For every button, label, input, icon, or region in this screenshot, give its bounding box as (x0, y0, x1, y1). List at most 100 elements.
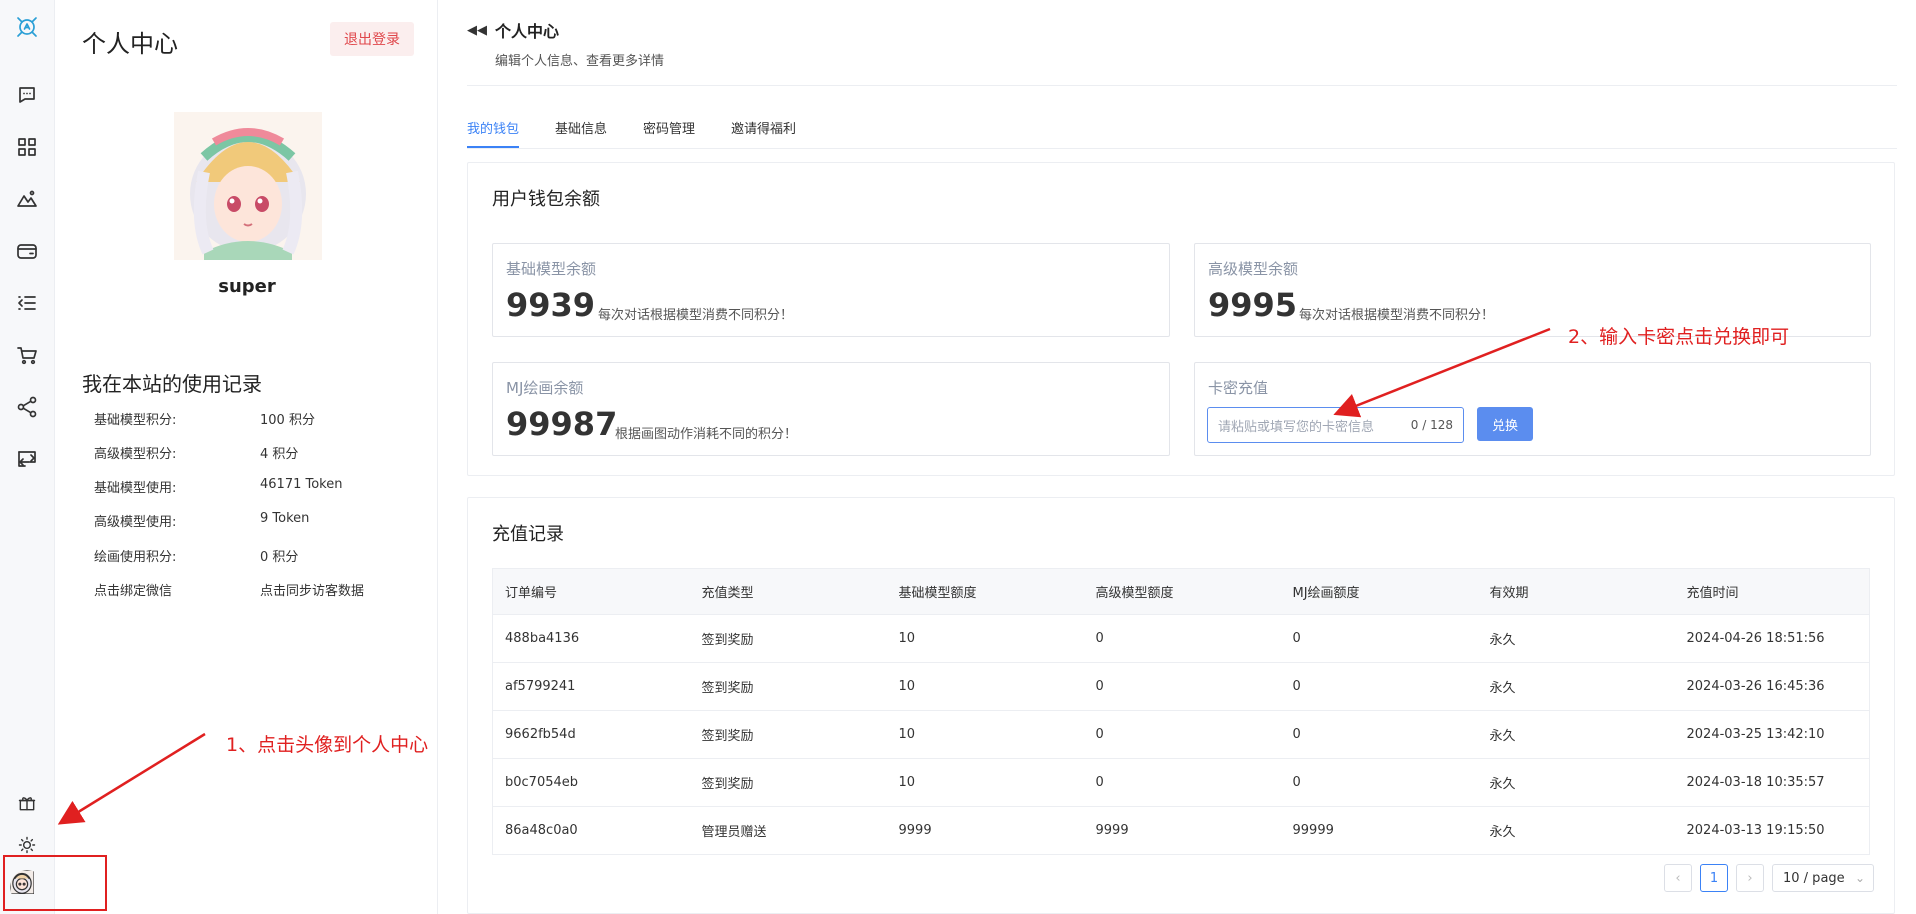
basic-balance-card: 基础模型余额 9939 每次对话根据模型消费不同积分！ (492, 243, 1170, 337)
table-cell: 10 (886, 662, 1084, 711)
table-cell: 9999 (886, 806, 1084, 855)
apps-icon[interactable] (12, 132, 42, 162)
column-header: 订单编号 (492, 568, 690, 615)
next-page-button[interactable]: › (1736, 864, 1764, 892)
usage-label: 绘画使用积分: (94, 550, 177, 565)
table-cell: 2024-03-26 16:45:36 (1674, 662, 1870, 711)
usage-value: 100 积分 (260, 413, 315, 428)
usage-row: 高级模型使用: 9 Token (94, 511, 414, 530)
pagination: ‹ 1 › 10 / page ⌄ (1664, 864, 1874, 892)
usage-row: 基础模型使用: 46171 Token (94, 477, 414, 496)
table-cell: 9999 (1083, 806, 1281, 855)
table-cell: 签到奖励 (689, 614, 887, 663)
back-icon[interactable]: ◀◀ (467, 23, 487, 38)
column-header: 高级模型额度 (1083, 568, 1281, 615)
tab-bar: 我的钱包 基础信息 密码管理 邀请得福利 (467, 118, 832, 148)
sidebar-rail (0, 0, 55, 914)
table-cell: 2024-03-13 19:15:50 (1674, 806, 1870, 855)
table-row: 488ba4136 签到奖励 10 0 0 永久 2024-04-26 18:5… (492, 614, 1870, 663)
usage-label: 高级模型使用: (94, 515, 177, 530)
column-header: 充值时间 (1674, 568, 1870, 615)
table-cell: 2024-04-26 18:51:56 (1674, 614, 1870, 663)
redeem-card: 卡密充值 请粘贴或填写您的卡密信息 0 / 128 兑换 (1194, 362, 1871, 456)
chat-icon[interactable] (12, 80, 42, 110)
annotation-highlight-box (3, 855, 107, 911)
table-cell: 86a48c0a0 (492, 806, 690, 855)
usage-title: 我在本站的使用记录 (82, 372, 262, 396)
redeem-label: 卡密充值 (1208, 379, 1269, 397)
username: super (218, 276, 276, 297)
column-header: 基础模型额度 (886, 568, 1084, 615)
table-cell: 签到奖励 (689, 662, 887, 711)
table-row: 9662fb54d 签到奖励 10 0 0 永久 2024-03-25 13:4… (492, 710, 1870, 759)
mj-balance-value: 99987 (506, 405, 618, 443)
wallet-icon[interactable] (12, 236, 42, 266)
cart-icon[interactable] (12, 340, 42, 370)
page-1-button[interactable]: 1 (1700, 864, 1728, 892)
column-header: MJ绘画额度 (1280, 568, 1478, 615)
basic-balance-label: 基础模型余额 (506, 260, 597, 278)
tab-basic-info[interactable]: 基础信息 (555, 118, 607, 148)
mj-balance-desc: 根据画图动作消耗不同的积分！ (615, 427, 798, 442)
table-row: af5799241 签到奖励 10 0 0 永久 2024-03-26 16:4… (492, 662, 1870, 711)
table-cell: 永久 (1477, 710, 1675, 759)
bind-wechat-link[interactable]: 点击绑定微信 (94, 580, 260, 599)
basic-balance-value: 9939 (506, 286, 596, 324)
table-cell: 永久 (1477, 614, 1675, 663)
usage-row: 绘画使用积分: 0 积分 (94, 546, 414, 565)
usage-row: 高级模型积分: 4 积分 (94, 443, 414, 462)
prev-page-button[interactable]: ‹ (1664, 864, 1692, 892)
table-cell: 0 (1083, 662, 1281, 711)
chevron-down-icon: ⌄ (1854, 871, 1865, 885)
mj-balance-card: MJ绘画余额 99987 根据画图动作消耗不同的积分！ (492, 362, 1170, 456)
redeem-button[interactable]: 兑换 (1477, 407, 1533, 441)
table-row: 86a48c0a0 管理员赠送 9999 9999 99999 永久 2024-… (492, 806, 1870, 855)
usage-value: 9 Token (260, 511, 310, 526)
redeem-counter: 0 / 128 (1410, 418, 1453, 432)
tab-password[interactable]: 密码管理 (643, 118, 695, 148)
divider (467, 85, 1897, 86)
transfer-icon[interactable] (12, 444, 42, 474)
wallet-card: 用户钱包余额 基础模型余额 9939 每次对话根据模型消费不同积分！ 高级模型余… (467, 162, 1895, 476)
page-subtitle: 编辑个人信息、查看更多详情 (495, 54, 665, 69)
profile-panel: 个人中心 退出登录 super 我在本站的使用记录 基础模型积分: 100 积分… (56, 0, 438, 914)
usage-value: 4 积分 (260, 447, 299, 462)
table-cell: 2024-03-18 10:35:57 (1674, 758, 1870, 807)
page-size-select[interactable]: 10 / page ⌄ (1772, 864, 1874, 892)
share-icon[interactable] (12, 392, 42, 422)
logo-icon[interactable] (12, 12, 42, 42)
table-cell: 0 (1280, 710, 1478, 759)
usage-label: 高级模型积分: (94, 447, 177, 462)
profile-title: 个人中心 (82, 30, 178, 58)
usage-row: 点击绑定微信 点击同步访客数据 (94, 580, 414, 599)
advanced-balance-desc: 每次对话根据模型消费不同积分！ (1299, 308, 1495, 323)
basic-balance-desc: 每次对话根据模型消费不同积分！ (598, 308, 794, 323)
gift-icon[interactable] (12, 788, 42, 818)
table-header-row: 订单编号 充值类型 基础模型额度 高级模型额度 MJ绘画额度 有效期 充值时间 (492, 568, 1870, 615)
table-cell: 永久 (1477, 806, 1675, 855)
tab-wallet[interactable]: 我的钱包 (467, 118, 520, 148)
profile-avatar[interactable] (174, 112, 322, 260)
table-cell: 99999 (1280, 806, 1478, 855)
table-cell: 管理员赠送 (689, 806, 887, 855)
table-cell: 9662fb54d (492, 710, 690, 759)
redeem-code-input[interactable]: 请粘贴或填写您的卡密信息 0 / 128 (1207, 407, 1464, 443)
annotation-step2: 2、输入卡密点击兑换即可 (1568, 326, 1790, 348)
annotation-step1: 1、点击头像到个人中心 (226, 734, 429, 756)
table-cell: 10 (886, 614, 1084, 663)
table-cell: af5799241 (492, 662, 690, 711)
sync-visitor-link[interactable]: 点击同步访客数据 (260, 580, 364, 599)
logout-button[interactable]: 退出登录 (330, 22, 414, 56)
usage-label: 基础模型使用: (94, 481, 177, 496)
table-cell: b0c7054eb (492, 758, 690, 807)
list-icon[interactable] (12, 288, 42, 318)
image-icon[interactable] (12, 184, 42, 214)
divider (467, 148, 1897, 149)
records-table: 订单编号 充值类型 基础模型额度 高级模型额度 MJ绘画额度 有效期 充值时间 … (492, 568, 1870, 855)
advanced-balance-value: 9995 (1208, 286, 1298, 324)
records-card: 充值记录 订单编号 充值类型 基础模型额度 高级模型额度 MJ绘画额度 有效期 … (467, 497, 1895, 914)
table-cell: 0 (1083, 758, 1281, 807)
table-cell: 2024-03-25 13:42:10 (1674, 710, 1870, 759)
table-cell: 永久 (1477, 662, 1675, 711)
tab-invite[interactable]: 邀请得福利 (731, 118, 796, 148)
